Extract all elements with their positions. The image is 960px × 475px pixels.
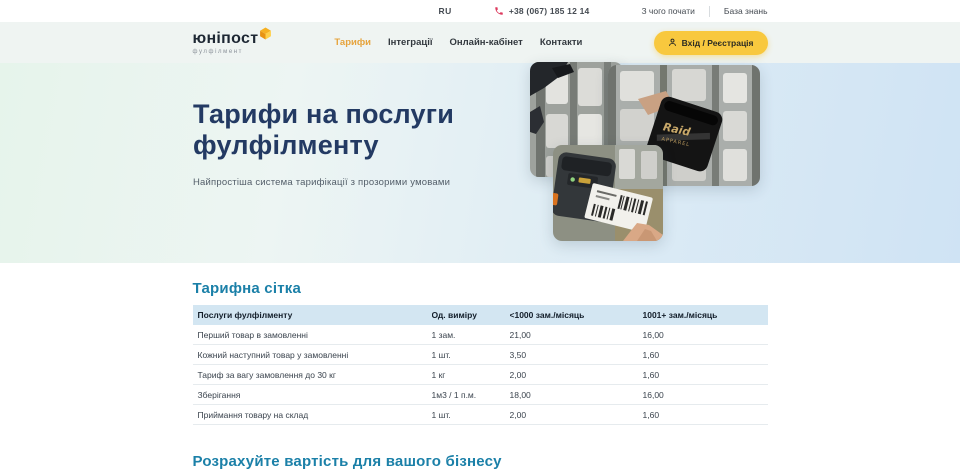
navbar: юніпост фулфілмент Тарифи Інтеграції Онл… <box>0 22 960 63</box>
column-header: Послуги фулфілменту <box>193 310 432 320</box>
user-icon <box>668 38 677 47</box>
price-over-1000: 1,60 <box>643 350 768 360</box>
column-header: Од. виміру <box>432 310 510 320</box>
price-over-1000: 1,60 <box>643 410 768 420</box>
main-nav: Тарифи Інтеграції Онлайн-кабінет Контакт… <box>334 37 582 48</box>
login-register-label: Вхід / Реєстрація <box>682 38 754 48</box>
price-under-1000: 18,00 <box>510 390 643 400</box>
topbar: RU +38 (067) 185 12 14 З чого почати Баз… <box>0 0 960 22</box>
unit: 1 зам. <box>432 330 510 340</box>
nav-item-tariffs[interactable]: Тарифи <box>334 37 371 48</box>
table-row: Приймання товару на склад 1 шт. 2,00 1,6… <box>193 405 768 425</box>
price-under-1000: 2,00 <box>510 370 643 380</box>
unit: 1 шт. <box>432 410 510 420</box>
pricing-table-header: Послуги фулфілменту Од. виміру <1000 зам… <box>193 305 768 325</box>
login-register-button[interactable]: Вхід / Реєстрація <box>654 31 768 55</box>
topbar-link-knowledge-base[interactable]: База знань <box>724 6 768 16</box>
table-row: Тариф за вагу замовлення до 30 кг 1 кг 2… <box>193 365 768 385</box>
nav-item-contacts[interactable]: Контакти <box>540 37 583 48</box>
topbar-link-get-started[interactable]: З чого почати <box>641 6 694 16</box>
calculator-heading: Розрахуйте вартість для вашого бізнесу <box>193 453 768 470</box>
language-switcher[interactable]: RU <box>439 6 452 16</box>
price-under-1000: 3,50 <box>510 350 643 360</box>
service-name: Кожний наступний товар у замовленні <box>193 350 432 360</box>
hero-photo-collage: Raid APPAREL <box>0 63 960 263</box>
logo[interactable]: юніпост фулфілмент <box>193 31 273 55</box>
phone-number[interactable]: +38 (067) 185 12 14 <box>509 6 590 16</box>
table-row: Кожний наступний товар у замовленні 1 шт… <box>193 345 768 365</box>
pricing-section: Тарифна сітка Послуги фулфілменту Од. ви… <box>0 263 960 470</box>
service-name: Перший товар в замовленні <box>193 330 432 340</box>
service-name: Тариф за вагу замовлення до 30 кг <box>193 370 432 380</box>
price-over-1000: 1,60 <box>643 370 768 380</box>
pricing-heading: Тарифна сітка <box>193 280 768 297</box>
nav-item-online-cabinet[interactable]: Онлайн-кабінет <box>450 37 523 48</box>
pricing-table: Послуги фулфілменту Од. виміру <1000 зам… <box>193 305 768 425</box>
topbar-divider <box>709 6 710 17</box>
unit: 1 шт. <box>432 350 510 360</box>
price-over-1000: 16,00 <box>643 330 768 340</box>
logo-subtitle: фулфілмент <box>193 49 273 55</box>
price-under-1000: 2,00 <box>510 410 643 420</box>
price-over-1000: 16,00 <box>643 390 768 400</box>
nav-item-integrations[interactable]: Інтеграції <box>388 37 433 48</box>
service-name: Приймання товару на склад <box>193 410 432 420</box>
phone-contact[interactable]: +38 (067) 185 12 14 <box>494 6 590 16</box>
unit: 1м3 / 1 п.м. <box>432 390 510 400</box>
label-printer-photo <box>553 145 663 241</box>
logo-title: юніпост <box>193 31 259 47</box>
unit: 1 кг <box>432 370 510 380</box>
table-row: Перший товар в замовленні 1 зам. 21,00 1… <box>193 325 768 345</box>
column-header: <1000 зам./місяць <box>510 310 643 320</box>
column-header: 1001+ зам./місяць <box>643 310 768 320</box>
cube-icon <box>259 27 272 40</box>
hero-section: Тарифи на послуги фулфілменту Найпростіш… <box>0 63 960 263</box>
phone-icon <box>494 6 504 16</box>
price-under-1000: 21,00 <box>510 330 643 340</box>
service-name: Зберігання <box>193 390 432 400</box>
table-row: Зберігання 1м3 / 1 п.м. 18,00 16,00 <box>193 385 768 405</box>
